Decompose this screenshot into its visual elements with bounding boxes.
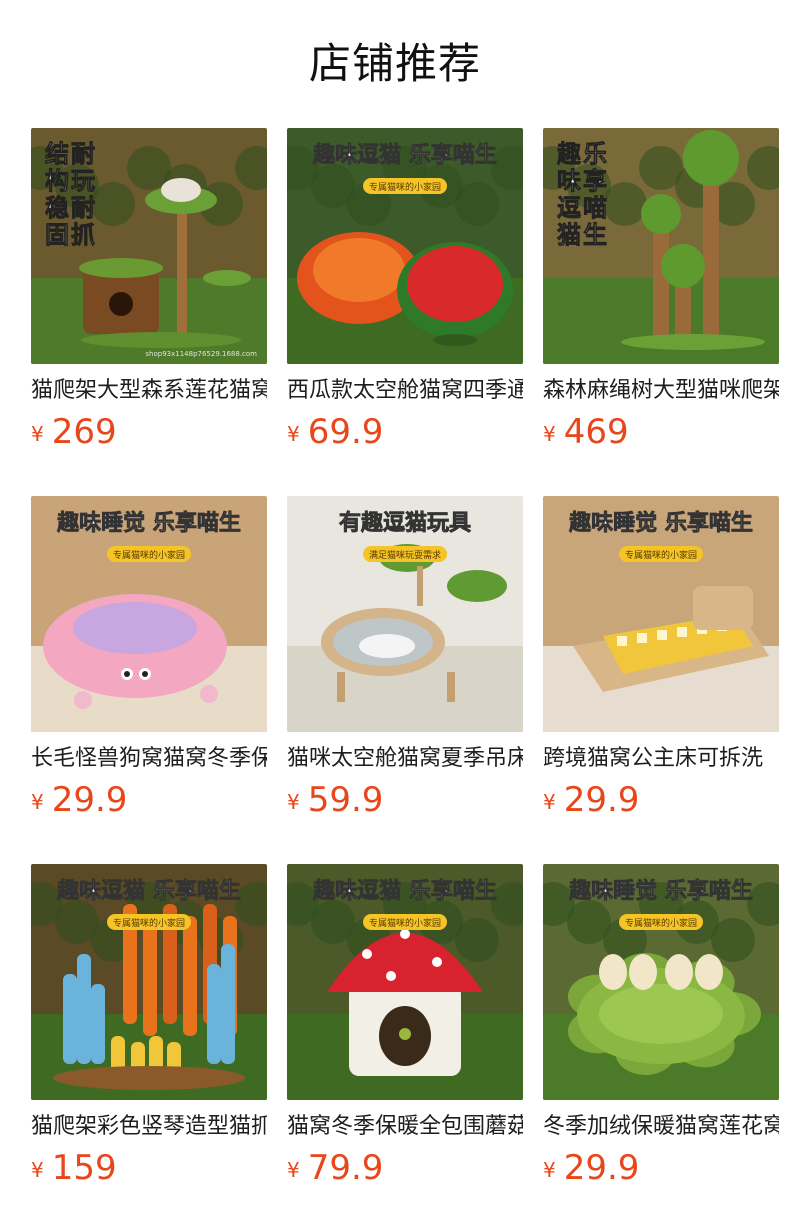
product-price: ¥29.9 (543, 780, 779, 824)
banner-char: 稳 (45, 194, 69, 222)
currency-symbol: ¥ (31, 1158, 44, 1182)
product-image[interactable]: 趣味逗猫 乐享喵生专属猫咪的小家园 (287, 128, 523, 364)
banner-char: 逗 (557, 194, 581, 222)
currency-symbol: ¥ (287, 1158, 300, 1182)
tag-text: 专属猫咪的小家园 (113, 917, 185, 929)
banner-char: 乐 (583, 140, 607, 168)
banner-title: 趣味逗猫 乐享喵生 (56, 878, 241, 904)
product-image[interactable]: 趣味逗猫 乐享喵生 (543, 128, 779, 364)
banner-title: 趣味逗猫 乐享喵生 (312, 142, 497, 168)
product-card[interactable]: 趣味睡觉 乐享喵生专属猫咪的小家园冬季加绒保暖猫窝莲花窝 ¥29.9 (543, 864, 779, 1192)
banner-char: 喵 (583, 194, 607, 222)
currency-symbol: ¥ (31, 790, 44, 814)
currency-symbol: ¥ (543, 1158, 556, 1182)
product-price: ¥59.9 (287, 780, 523, 824)
product-price: ¥159 (31, 1148, 267, 1192)
product-price: ¥269 (31, 412, 267, 456)
tag-text: 专属猫咪的小家园 (625, 549, 697, 561)
product-card[interactable]: 有趣逗猫玩具满足猫咪玩耍需求猫咪太空舱猫窝夏季吊床 ¥59.9 (287, 496, 523, 824)
banner-char: 构 (45, 167, 69, 195)
product-card[interactable]: 趣味睡觉 乐享喵生专属猫咪的小家园长毛怪兽狗窝猫窝冬季保暖 ¥29.9 (31, 496, 267, 824)
product-price: ¥79.9 (287, 1148, 523, 1192)
product-image[interactable]: 趣味睡觉 乐享喵生专属猫咪的小家园 (31, 496, 267, 732)
price-value: 59.9 (307, 780, 384, 820)
product-price: ¥29.9 (543, 1148, 779, 1192)
product-card[interactable]: 趣味逗猫 乐享喵生专属猫咪的小家园猫爬架彩色竖琴造型猫抓板 ¥159 (31, 864, 267, 1192)
product-image[interactable]: 趣味睡觉 乐享喵生专属猫咪的小家园 (543, 496, 779, 732)
price-value: 29.9 (563, 780, 640, 820)
tag-text: 专属猫咪的小家园 (625, 917, 697, 929)
product-image[interactable]: 趣味逗猫 乐享喵生专属猫咪的小家园 (287, 864, 523, 1100)
sisal-tree-icon: 趣味逗猫 乐享喵生 (543, 128, 779, 364)
product-name[interactable]: 猫窝冬季保暖全包围蘑菇屋 (287, 1112, 523, 1142)
price-value: 29.9 (51, 780, 128, 820)
banner-title: 趣味睡觉 乐享喵生 (568, 878, 753, 904)
tag-text: 满足猫咪玩耍需求 (369, 549, 441, 561)
product-price: ¥29.9 (31, 780, 267, 824)
banner-title: 趣味逗猫 乐享喵生 (312, 878, 497, 904)
currency-symbol: ¥ (287, 422, 300, 446)
product-name[interactable]: 冬季加绒保暖猫窝莲花窝 (543, 1112, 779, 1142)
price-value: 29.9 (563, 1148, 640, 1188)
currency-symbol: ¥ (543, 790, 556, 814)
princess-bed-icon: 趣味睡觉 乐享喵生专属猫咪的小家园 (543, 496, 779, 732)
harp-scratcher-icon: 趣味逗猫 乐享喵生专属猫咪的小家园 (31, 864, 267, 1100)
tag-text: 专属猫咪的小家园 (113, 549, 185, 561)
product-name[interactable]: 猫爬架大型森系莲花猫窝猫树一体 (31, 376, 267, 406)
product-name[interactable]: 森林麻绳树大型猫咪爬架 (543, 376, 779, 406)
price-value: 159 (51, 1148, 117, 1188)
lotus-bed-icon: 趣味睡觉 乐享喵生专属猫咪的小家园 (543, 864, 779, 1100)
banner-char: 耐 (71, 140, 95, 168)
banner-char: 结 (45, 140, 69, 168)
banner-char: 味 (557, 167, 581, 195)
banner-char: 玩 (71, 167, 95, 195)
product-image[interactable]: 结构稳固耐玩耐抓 shop93x1148p76529.1688.com (31, 128, 267, 364)
product-name[interactable]: 猫咪太空舱猫窝夏季吊床 (287, 744, 523, 774)
product-name[interactable]: 跨境猫窝公主床可拆洗 (543, 744, 779, 774)
banner-char: 享 (583, 167, 607, 195)
watermark-text: shop93x1148p76529.1688.com (145, 350, 257, 358)
plush-monster-bed-icon: 趣味睡觉 乐享喵生专属猫咪的小家园 (31, 496, 267, 732)
product-card[interactable]: 趣味睡觉 乐享喵生专属猫咪的小家园跨境猫窝公主床可拆洗 ¥29.9 (543, 496, 779, 824)
product-price: ¥469 (543, 412, 779, 456)
banner-char: 趣 (556, 140, 582, 168)
product-image[interactable]: 趣味逗猫 乐享喵生专属猫咪的小家园 (31, 864, 267, 1100)
tag-text: 专属猫咪的小家园 (369, 917, 441, 929)
product-name[interactable]: 西瓜款太空舱猫窝四季通用 (287, 376, 523, 406)
price-value: 269 (51, 412, 117, 452)
product-image[interactable]: 有趣逗猫玩具满足猫咪玩耍需求 (287, 496, 523, 732)
banner-char: 固 (45, 221, 69, 249)
banner-char: 生 (583, 221, 607, 249)
banner-title: 趣味睡觉 乐享喵生 (56, 510, 241, 536)
product-card[interactable]: 结构稳固耐玩耐抓 shop93x1148p76529.1688.com 猫爬架大型森… (31, 128, 267, 456)
watermelon-bed-icon: 趣味逗猫 乐享喵生专属猫咪的小家园 (287, 128, 523, 364)
tag-text: 专属猫咪的小家园 (369, 181, 441, 193)
banner-char: 猫 (557, 221, 581, 249)
product-card[interactable]: 趣味逗猫 乐享喵生专属猫咪的小家园西瓜款太空舱猫窝四季通用 ¥69.9 (287, 128, 523, 456)
price-value: 469 (563, 412, 629, 452)
product-name[interactable]: 猫爬架彩色竖琴造型猫抓板 (31, 1112, 267, 1142)
product-name[interactable]: 长毛怪兽狗窝猫窝冬季保暖 (31, 744, 267, 774)
product-price: ¥69.9 (287, 412, 523, 456)
flower-cat-tree-icon: 结构稳固耐玩耐抓shop93x1148p76529.1688.com (31, 128, 267, 364)
product-image[interactable]: 趣味睡觉 乐享喵生专属猫咪的小家园 (543, 864, 779, 1100)
product-card[interactable]: 趣味逗猫 乐享喵生森林麻绳树大型猫咪爬架 ¥469 (543, 128, 779, 456)
currency-symbol: ¥ (31, 422, 44, 446)
mushroom-house-icon: 趣味逗猫 乐享喵生专属猫咪的小家园 (287, 864, 523, 1100)
banner-char: 抓 (71, 221, 95, 249)
hammock-bed-icon: 有趣逗猫玩具满足猫咪玩耍需求 (287, 496, 523, 732)
banner-char: 耐 (71, 194, 95, 222)
product-grid: 结构稳固耐玩耐抓 shop93x1148p76529.1688.com 猫爬架大型森… (0, 0, 790, 1232)
price-value: 79.9 (307, 1148, 384, 1188)
price-value: 69.9 (307, 412, 384, 452)
currency-symbol: ¥ (543, 422, 556, 446)
product-card[interactable]: 趣味逗猫 乐享喵生专属猫咪的小家园猫窝冬季保暖全包围蘑菇屋 ¥79.9 (287, 864, 523, 1192)
currency-symbol: ¥ (287, 790, 300, 814)
banner-title: 有趣逗猫玩具 (339, 510, 471, 536)
banner-title: 趣味睡觉 乐享喵生 (568, 510, 753, 536)
